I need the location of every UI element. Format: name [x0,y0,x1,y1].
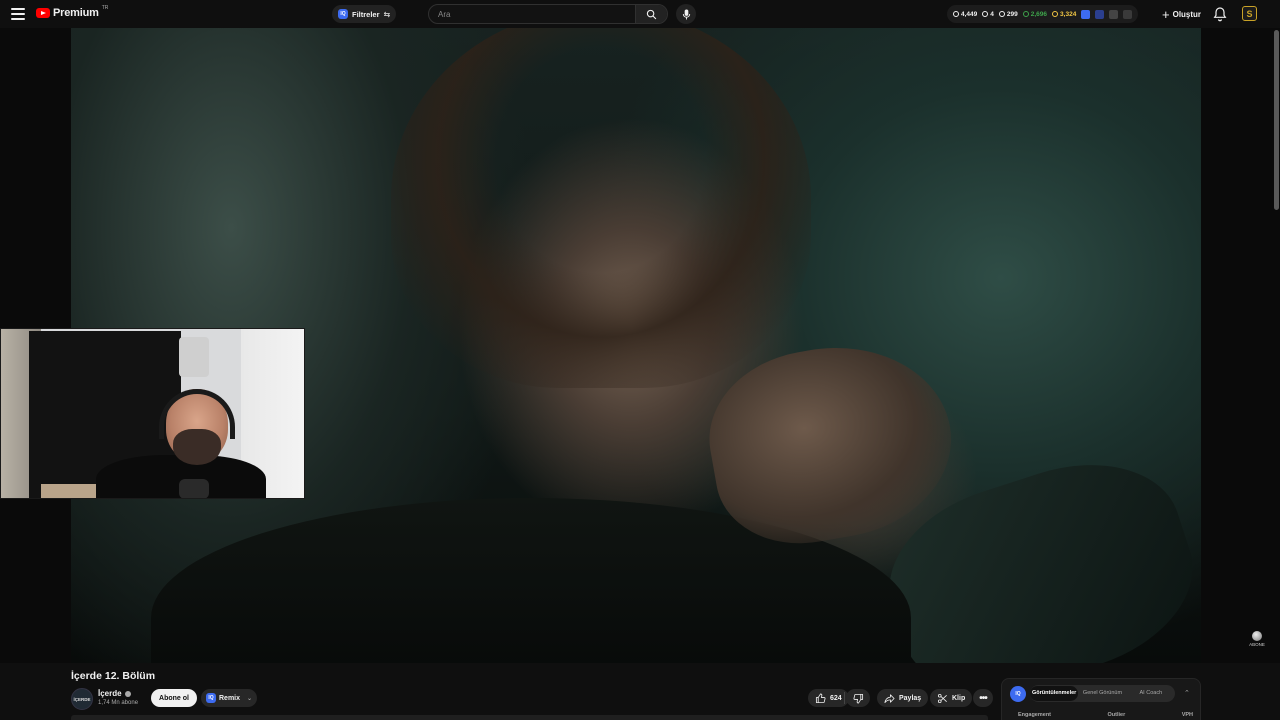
notifications-bell-icon[interactable] [1212,6,1228,22]
channel-name-link[interactable]: İçerde [98,689,131,698]
filters-button[interactable]: IQ Filtreler ⇆ [332,5,397,23]
video-frame-shape [391,28,811,388]
youtube-play-icon [36,8,50,18]
thumbs-down-icon [853,693,863,703]
floating-subscribe-watermark[interactable]: ABONE [1248,631,1266,651]
create-label: Oluştur [1172,9,1202,19]
filters-label: Filtreler [352,9,380,19]
search-box [428,4,668,24]
vidiq-tab-bar: Görüntülenmeler Genel Görünüm AI Coach [1030,685,1175,702]
plus-icon: + [1162,6,1170,22]
settings-icon[interactable] [1109,9,1119,19]
search-input[interactable] [429,5,637,23]
vidiq-logo-icon[interactable]: IQ [1010,686,1026,702]
extension-icon[interactable] [1081,9,1091,19]
webcam-overlay[interactable] [0,328,305,499]
webcam-scene-shape [179,479,209,498]
stat-item: 4 [982,11,994,18]
chevron-down-icon: ⌄ [247,695,253,702]
clip-button[interactable]: Klip [930,689,973,707]
logo-text: Premium [53,7,99,19]
dislike-button[interactable] [846,689,870,707]
swap-icon: ⇆ [383,9,391,19]
microphone-icon [682,8,690,20]
scissors-icon [937,693,947,703]
logo-region: TR [101,5,109,11]
metric-outlier: Outlier [1107,712,1126,718]
subscribe-watermark-icon [1252,631,1262,641]
subscribe-watermark-label: ABONE [1249,642,1265,647]
share-button[interactable]: Paylaş [877,689,929,707]
remix-label: Remix [219,694,241,702]
chevron-up-icon[interactable]: ⌃ [1184,689,1190,697]
share-arrow-icon [884,693,895,703]
person-icon [1022,11,1029,17]
account-avatar[interactable]: S [1242,6,1257,21]
masthead: Premium TR IQ Filtreler ⇆ 4,449 4 299 2,… [0,0,1280,28]
stat-item: 299 [998,11,1018,18]
more-actions-button[interactable]: ••• [973,689,993,707]
channel-stats-bar[interactable]: 4,449 4 299 2,696 3,324 [947,5,1139,23]
stat-item: 3,324 [1052,11,1076,18]
coin-icon [1052,11,1059,17]
description-box-edge [71,715,988,720]
channel-name: İçerde [98,689,122,698]
stat-item: 4,449 [953,11,977,18]
thumbs-up-icon [815,693,826,703]
view-icon [998,11,1005,17]
subscriber-count: 1,74 Mn abone [98,700,139,706]
page-scrollbar[interactable] [1274,30,1279,210]
metric-vph: VPH [1181,712,1193,718]
channel-avatar[interactable]: İÇERDE [71,688,93,710]
clock-icon [953,11,959,17]
webcam-scene-shape [179,337,209,377]
subscribe-button[interactable]: Abone ol [151,689,197,707]
menu-icon[interactable] [10,6,26,22]
tab-views[interactable]: Görüntülenmeler [1030,686,1079,701]
eye-icon [982,11,989,17]
voice-search-button[interactable] [676,4,696,24]
stat-item: 2,696 [1022,11,1047,18]
iq-badge-icon: IQ [338,9,348,19]
clip-label: Klip [952,694,966,702]
vidiq-metric-headers: Engagement Outlier VPH [1018,712,1193,718]
search-button[interactable] [635,5,667,23]
sparkle-icon[interactable] [1123,9,1133,19]
youtube-premium-logo[interactable]: Premium TR [36,5,109,19]
like-button[interactable]: 624 [808,689,849,707]
search-icon [646,9,657,19]
verified-icon [124,690,131,697]
tab-ai-coach[interactable]: AI Coach [1127,686,1175,701]
share-label: Paylaş [899,694,922,702]
vidiq-panel: IQ Görüntülenmeler Genel Görünüm AI Coac… [1001,678,1201,720]
remix-button[interactable]: IQ Remix ⌄ [201,689,258,707]
more-horizontal-icon: ••• [979,692,987,704]
metric-engagement: Engagement [1018,712,1052,718]
tab-overview[interactable]: Genel Görünüm [1078,686,1126,701]
like-count: 624 [830,694,842,702]
video-title: İçerde 12. Bölüm [71,670,156,682]
create-button[interactable]: + Oluştur [1158,5,1205,23]
extension-icon[interactable] [1095,9,1105,19]
webcam-scene-shape [41,484,101,498]
like-divider [844,692,845,704]
iq-badge-icon: IQ [206,693,216,703]
